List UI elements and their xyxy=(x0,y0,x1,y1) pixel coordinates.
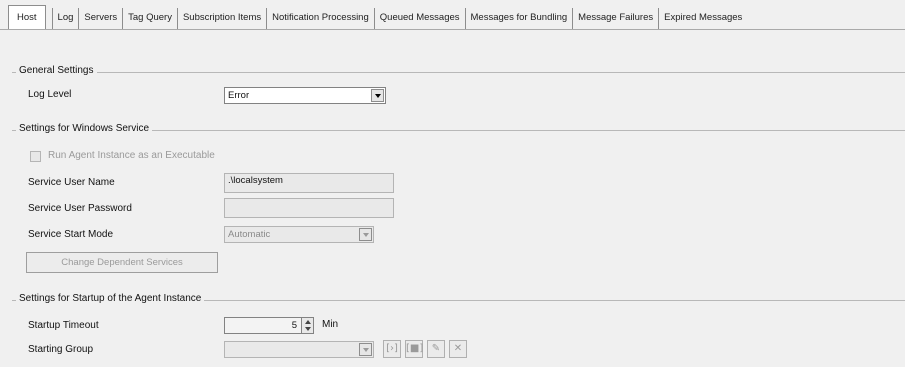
service-start-mode-select[interactable]: Automatic xyxy=(224,226,374,243)
service-start-mode-label: Service Start Mode xyxy=(28,229,114,240)
startup-timeout-field[interactable]: 5 xyxy=(224,317,302,334)
log-level-value: Error xyxy=(228,90,250,101)
startup-settings-title: Settings for Startup of the Agent Instan… xyxy=(16,293,205,304)
service-user-password-field[interactable] xyxy=(224,198,394,218)
delete-icon[interactable]: ✕ xyxy=(449,340,467,358)
windows-service-title: Settings for Windows Service xyxy=(16,123,153,134)
log-level-select[interactable]: Error xyxy=(224,87,386,104)
timeout-spinner[interactable] xyxy=(301,317,314,334)
chevron-down-icon[interactable] xyxy=(371,89,384,102)
startup-settings-group: Settings for Startup of the Agent Instan… xyxy=(12,293,905,304)
chevron-down-icon[interactable] xyxy=(359,228,372,241)
edit-icon[interactable]: ✎ xyxy=(427,340,445,358)
log-level-label: Log Level xyxy=(28,89,72,100)
host-tab-content: General Settings Log Level Error Setting… xyxy=(0,30,905,367)
chevron-down-icon[interactable] xyxy=(359,343,372,356)
start-icon[interactable]: [›] xyxy=(383,340,401,358)
run-as-executable-checkbox[interactable] xyxy=(30,151,41,162)
tab-host[interactable]: Host xyxy=(8,5,46,31)
service-user-name-label: Service User Name xyxy=(28,177,115,188)
service-user-password-label: Service User Password xyxy=(28,203,132,214)
startup-timeout-label: Startup Timeout xyxy=(28,320,99,331)
starting-group-label: Starting Group xyxy=(28,344,94,355)
windows-service-group: Settings for Windows Service xyxy=(12,123,905,134)
change-dependent-services-button[interactable]: Change Dependent Services xyxy=(26,252,218,273)
general-settings-title: General Settings xyxy=(16,65,97,76)
service-user-name-field[interactable]: .\localsystem xyxy=(224,173,394,193)
service-start-mode-value: Automatic xyxy=(228,229,271,240)
starting-group-select[interactable] xyxy=(224,341,374,358)
general-settings-group: General Settings xyxy=(12,65,905,76)
stop-icon[interactable]: [■] xyxy=(405,340,423,358)
startup-timeout-unit: Min xyxy=(322,319,339,330)
run-as-executable-label: Run Agent Instance as an Executable xyxy=(48,150,215,161)
tab-strip: Host Log Servers Tag Query Subscription … xyxy=(0,0,905,34)
